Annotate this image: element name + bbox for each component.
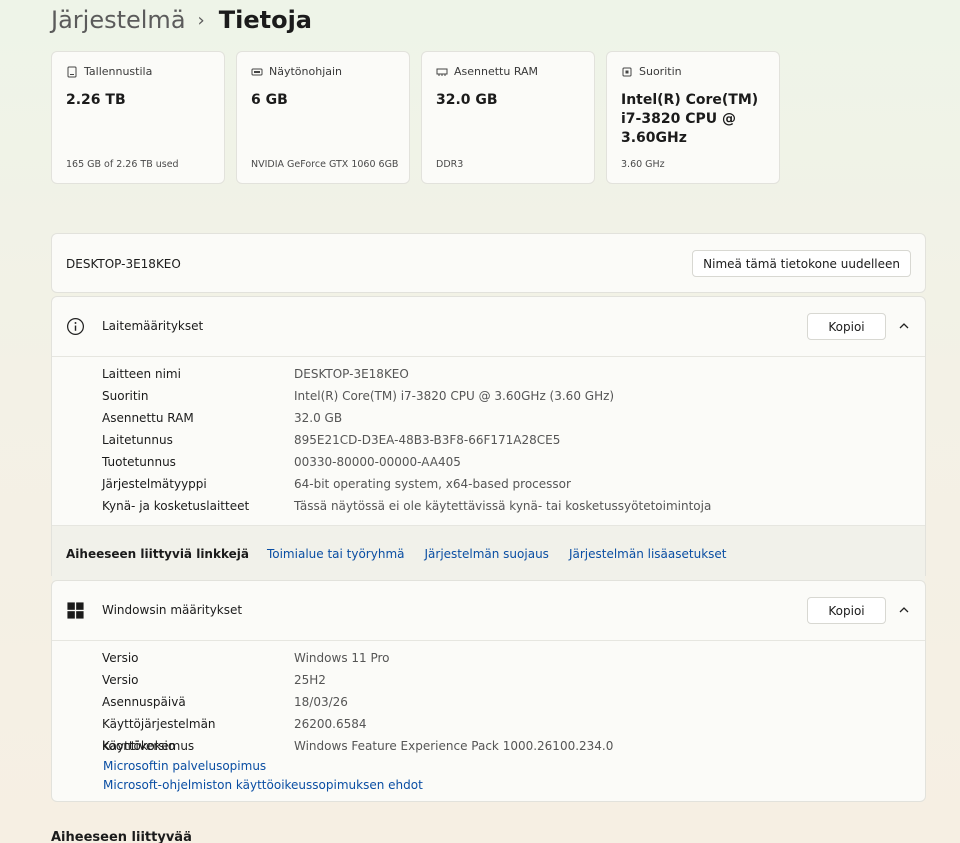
spec-row-value: Intel(R) Core(TM) i7-3820 CPU @ 3.60GHz … <box>294 389 615 403</box>
spec-row-label: Kynä- ja kosketuslaitteet <box>102 499 250 513</box>
gpu-icon <box>251 68 263 75</box>
related-links-bar: Aiheeseen liittyviä linkkejä Toimialue t… <box>52 525 925 581</box>
spec-row-value: Windows Feature Experience Pack 1000.261… <box>294 739 614 753</box>
device-name-panel: DESKTOP-3E18KEO Nimeä tämä tietokone uud… <box>51 233 926 293</box>
windows-specs-header[interactable]: Windowsin määritykset Kopioi <box>52 581 925 641</box>
spec-card-sub: 3.60 GHz <box>621 159 665 170</box>
spec-row-label: Asennuspäivä <box>102 695 186 709</box>
chevron-up-icon[interactable] <box>897 319 911 333</box>
spec-row-value: 18/03/26 <box>294 695 348 709</box>
spec-row-label: Versio <box>102 651 139 665</box>
copy-windows-specs-button[interactable]: Kopioi <box>807 597 886 624</box>
spec-card-label: Asennettu RAM <box>454 65 539 78</box>
device-specs-header[interactable]: Laitemääritykset Kopioi <box>52 297 925 357</box>
spec-row-value: 895E21CD-D3EA-48B3-B3F8-66F171A28CE5 <box>294 433 561 447</box>
spec-card-header: Suoritin <box>621 65 765 78</box>
spec-card-sub: NVIDIA GeForce GTX 1060 6GB <box>251 159 399 170</box>
spec-card-value: 2.26 TB <box>66 92 126 108</box>
spec-row-label: Tuotetunnus <box>102 455 176 469</box>
device-name: DESKTOP-3E18KEO <box>66 257 181 271</box>
related-heading: Aiheeseen liittyvää <box>51 830 192 843</box>
spec-card-header: Näytönohjain <box>251 65 395 78</box>
windows-specs-section: Windowsin määritykset Kopioi Versio Windo… <box>51 580 926 802</box>
spec-card-header: Asennettu RAM <box>436 65 580 78</box>
copy-device-specs-button[interactable]: Kopioi <box>807 313 886 340</box>
spec-row-value: 64-bit operating system, x64-based proce… <box>294 477 571 491</box>
breadcrumb-separator-icon: › <box>197 9 205 31</box>
link-microsoft-services-agreement[interactable]: Microsoftin palvelusopimus <box>103 759 266 773</box>
spec-row-label: Laitteen nimi <box>102 367 181 381</box>
spec-card-cpu[interactable]: Suoritin Intel(R) Core(TM) i7-3820 CPU @… <box>606 51 780 184</box>
spec-card-ram[interactable]: Asennettu RAM 32.0 GB DDR3 <box>421 51 595 184</box>
device-specs-title: Laitemääritykset <box>102 319 204 333</box>
spec-card-sub: DDR3 <box>436 159 464 170</box>
spec-row-value: 00330-80000-00000-AA405 <box>294 455 461 469</box>
link-microsoft-software-license-terms[interactable]: Microsoft-ohjelmiston käyttöoikeussopimu… <box>103 778 423 792</box>
breadcrumb: Järjestelmä › Tietoja <box>51 2 312 38</box>
spec-card-value: Intel(R) Core(TM) i7-3820 CPU @ 3.60GHz <box>621 92 759 146</box>
spec-row-value: DESKTOP-3E18KEO <box>294 367 409 381</box>
spec-row-value: 25H2 <box>294 673 326 687</box>
spec-card-label: Tallennustila <box>84 65 153 78</box>
cpu-icon <box>622 67 632 76</box>
rename-pc-button[interactable]: Nimeä tämä tietokone uudelleen <box>692 250 911 277</box>
spec-card-sub: 165 GB of 2.26 TB used <box>66 159 179 170</box>
spec-card-gpu[interactable]: Näytönohjain 6 GB NVIDIA GeForce GTX 106… <box>236 51 410 184</box>
storage-icon <box>67 66 77 77</box>
windows-logo-icon <box>67 602 84 619</box>
info-icon <box>66 317 85 336</box>
spec-card-header: Tallennustila <box>66 65 210 78</box>
spec-cards: Tallennustila 2.26 TB 165 GB of 2.26 TB … <box>51 51 780 184</box>
device-specs-section: Laitemääritykset Kopioi Laitteen nimi DES… <box>51 296 926 581</box>
spec-card-storage[interactable]: Tallennustila 2.26 TB 165 GB of 2.26 TB … <box>51 51 225 184</box>
link-advanced-system-settings[interactable]: Järjestelmän lisäasetukset <box>569 547 727 561</box>
related-links-label: Aiheeseen liittyviä linkkejä <box>66 546 249 561</box>
spec-card-label: Suoritin <box>639 65 682 78</box>
chevron-up-icon[interactable] <box>897 603 911 617</box>
spec-row-label: Asennettu RAM <box>102 411 194 425</box>
windows-specs-title: Windowsin määritykset <box>102 603 243 617</box>
spec-card-value: 6 GB <box>251 92 288 108</box>
spec-row-value: Tässä näytössä ei ole käytettävissä kynä… <box>294 499 712 513</box>
spec-row-label: Järjestelmätyyppi <box>102 477 207 491</box>
spec-row-label: Laitetunnus <box>102 433 173 447</box>
spec-row-value: Windows 11 Pro <box>294 651 390 665</box>
spec-row-label: Käyttökokemus <box>102 739 195 753</box>
spec-card-label: Näytönohjain <box>269 65 343 78</box>
spec-row-label: Versio <box>102 673 139 687</box>
spec-row-value: 26200.6584 <box>294 717 367 731</box>
page-title: Tietoja <box>218 6 312 34</box>
ram-icon <box>436 68 448 76</box>
spec-row-label: Suoritin <box>102 389 149 403</box>
breadcrumb-parent[interactable]: Järjestelmä <box>51 6 186 34</box>
spec-row-value: 32.0 GB <box>294 411 343 425</box>
link-system-protection[interactable]: Järjestelmän suojaus <box>425 547 549 561</box>
spec-card-value: 32.0 GB <box>436 92 498 108</box>
link-domain-workgroup[interactable]: Toimialue tai työryhmä <box>267 547 405 561</box>
